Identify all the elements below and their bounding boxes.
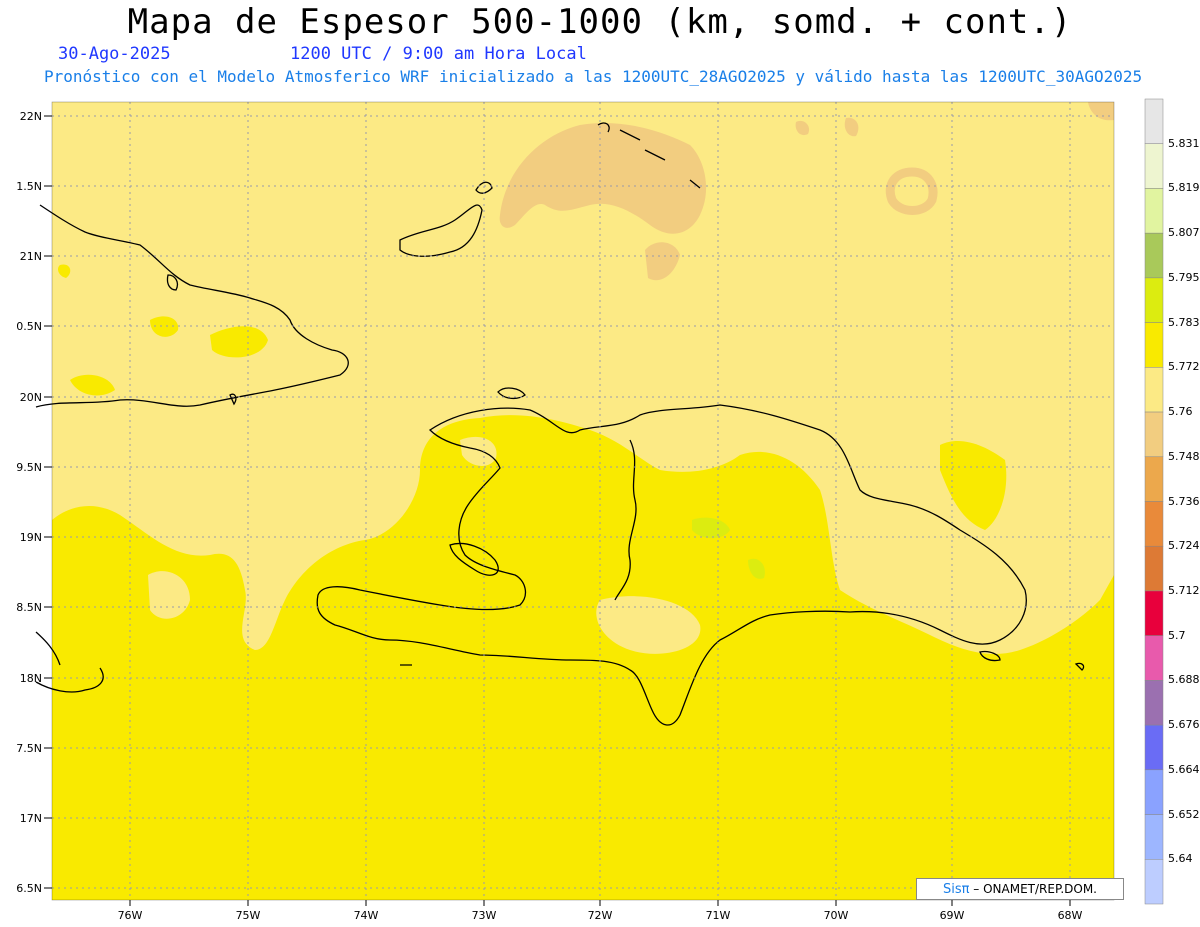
lat-label: 21N [20, 250, 42, 263]
colorbar-level-label: 5.652 [1168, 807, 1200, 821]
colorbar-swatch [1144, 232, 1164, 279]
colorbar-level-label: 5.819 [1168, 181, 1200, 195]
colorbar-swatch [1144, 367, 1164, 413]
lon-label: 70W [824, 909, 849, 922]
lat-label: 22N [20, 110, 42, 123]
lat-label: 6.5N [16, 882, 42, 895]
colorbar-level-label: 5.807 [1168, 226, 1200, 240]
colorbar-swatch [1144, 680, 1164, 726]
colorbar-level-label: 5.676 [1168, 718, 1200, 732]
colorbar-level-label: 5.736 [1168, 494, 1200, 508]
lon-label: 74W [354, 909, 379, 922]
colorbar-swatch [1144, 322, 1164, 368]
colorbar-swatch [1144, 501, 1164, 547]
lon-label: 76W [118, 909, 143, 922]
colorbar-level-label: 5.76 [1168, 405, 1193, 419]
lat-label: 18N [20, 672, 42, 685]
colorbar-level-label: 5.664 [1168, 762, 1200, 776]
colorbar-swatch [1144, 188, 1164, 234]
lon-label: 72W [588, 909, 613, 922]
thickness-map: 22N 1.5N 21N 0.5N 20N 9.5N 19N 8.5N 18N … [16, 98, 1164, 922]
colorbar-swatch [1144, 456, 1164, 502]
colorbar-level-label: 5.783 [1168, 315, 1200, 329]
lon-label: 75W [236, 909, 261, 922]
colorbar-level-label: 5.724 [1168, 539, 1200, 553]
colorbar-swatch [1144, 98, 1164, 144]
credit-brand: Sisπ [942, 882, 970, 897]
colorbar-swatch [1144, 635, 1164, 681]
lat-label: 7.5N [16, 742, 42, 755]
lon-label: 71W [706, 909, 731, 922]
colorbar-swatch [1144, 769, 1164, 815]
colorbar-swatch [1144, 143, 1164, 189]
colorbar-level-label: 5.748 [1168, 449, 1200, 463]
lat-label: 17N [20, 812, 42, 825]
colorbar-swatch [1144, 545, 1164, 592]
lat-label: 1.5N [16, 180, 42, 193]
colorbar-level-label: 5.795 [1168, 270, 1200, 284]
colorbar-level-label: 5.64 [1168, 852, 1193, 866]
colorbar-swatch [1144, 724, 1164, 771]
colorbar [1144, 98, 1164, 905]
lat-label: 20N [20, 391, 42, 404]
colorbar-swatch [1144, 411, 1164, 458]
colorbar-level-label: 5.688 [1168, 673, 1200, 687]
credit-text: – ONAMET/REP.DOM. [973, 882, 1097, 896]
colorbar-swatch [1144, 590, 1164, 636]
lat-label: 8.5N [16, 601, 42, 614]
colorbar-level-label: 5.7 [1168, 628, 1186, 642]
lon-label: 68W [1058, 909, 1083, 922]
lon-label: 73W [472, 909, 497, 922]
colorbar-level-label: 5.712 [1168, 583, 1200, 597]
colorbar-swatch [1144, 859, 1164, 905]
lat-label: 0.5N [16, 320, 42, 333]
colorbar-swatch [1144, 814, 1164, 860]
colorbar-level-label: 5.831 [1168, 136, 1200, 150]
credit-box: Sisπ – ONAMET/REP.DOM. [916, 878, 1124, 900]
colorbar-swatch [1144, 277, 1164, 323]
lat-label: 9.5N [16, 461, 42, 474]
lat-label: 19N [20, 531, 42, 544]
lon-label: 69W [940, 909, 965, 922]
colorbar-level-label: 5.772 [1168, 360, 1200, 374]
